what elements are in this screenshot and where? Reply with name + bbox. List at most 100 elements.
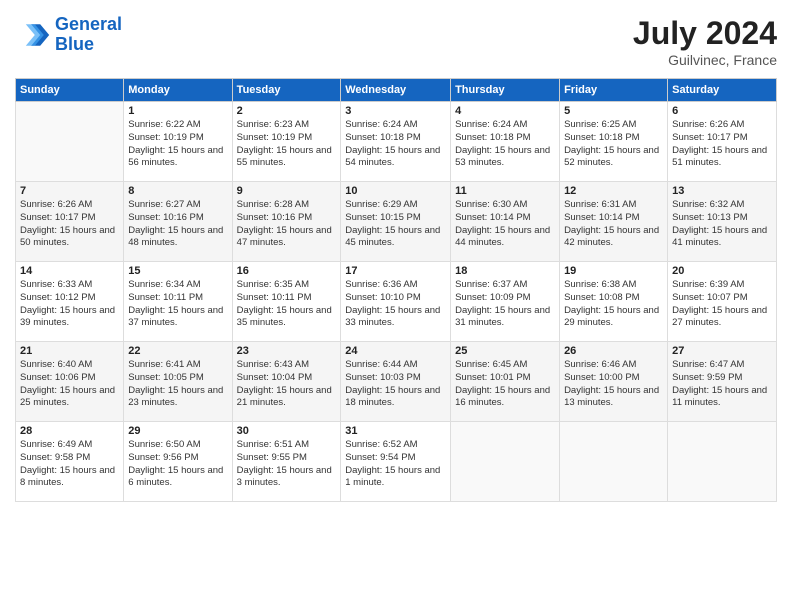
day-info: Sunrise: 6:40 AMSunset: 10:06 PMDaylight… [20,359,119,410]
calendar-cell: 31Sunrise: 6:52 AMSunset: 9:54 PMDayligh… [341,422,451,502]
day-number: 6 [672,105,772,117]
day-info: Sunrise: 6:29 AMSunset: 10:15 PMDaylight… [345,199,446,250]
day-info: Sunrise: 6:25 AMSunset: 10:18 PMDaylight… [564,119,663,170]
day-number: 3 [345,105,446,117]
calendar-cell [451,422,560,502]
day-number: 26 [564,345,663,357]
calendar-cell: 1 Sunrise: 6:22 AMSunset: 10:19 PMDayligh… [124,102,232,182]
day-number: 30 [237,425,337,437]
day-info: Sunrise: 6:22 AMSunset: 10:19 PMDaylight… [128,119,227,170]
calendar-cell: 5 Sunrise: 6:25 AMSunset: 10:18 PMDayligh… [560,102,668,182]
calendar-cell: 13Sunrise: 6:32 AMSunset: 10:13 PMDaylig… [668,182,777,262]
day-number: 2 [237,105,337,117]
day-number: 8 [128,185,227,197]
day-number: 20 [672,265,772,277]
day-info: Sunrise: 6:38 AMSunset: 10:08 PMDaylight… [564,279,663,330]
day-info: Sunrise: 6:41 AMSunset: 10:05 PMDaylight… [128,359,227,410]
day-info: Sunrise: 6:24 AMSunset: 10:18 PMDaylight… [455,119,555,170]
day-info: Sunrise: 6:30 AMSunset: 10:14 PMDaylight… [455,199,555,250]
day-info: Sunrise: 6:31 AMSunset: 10:14 PMDaylight… [564,199,663,250]
day-info: Sunrise: 6:45 AMSunset: 10:01 PMDaylight… [455,359,555,410]
calendar-cell: 18 Sunrise: 6:37 AMSunset: 10:09 PMDaylig… [451,262,560,342]
logo-general: General [55,14,122,34]
day-number: 21 [20,345,119,357]
day-info: Sunrise: 6:33 AMSunset: 10:12 PMDaylight… [20,279,119,330]
calendar-cell: 16 Sunrise: 6:35 AMSunset: 10:11 PMDaylig… [232,262,341,342]
day-number: 1 [128,105,227,117]
day-number: 16 [237,265,337,277]
weekday-header: Wednesday [341,79,451,102]
day-info: Sunrise: 6:46 AMSunset: 10:00 PMDaylight… [564,359,663,410]
day-number: 7 [20,185,119,197]
calendar-cell: 27 Sunrise: 6:47 AMSunset: 9:59 PMDayligh… [668,342,777,422]
weekday-header: Saturday [668,79,777,102]
calendar-cell: 2 Sunrise: 6:23 AMSunset: 10:19 PMDayligh… [232,102,341,182]
calendar-cell: 14 Sunrise: 6:33 AMSunset: 10:12 PMDaylig… [16,262,124,342]
day-number: 4 [455,105,555,117]
day-info: Sunrise: 6:37 AMSunset: 10:09 PMDaylight… [455,279,555,330]
day-number: 15 [128,265,227,277]
location: Guilvinec, France [633,52,777,68]
header: General Blue July 2024 Guilvinec, France [15,15,777,68]
calendar-cell: 19Sunrise: 6:38 AMSunset: 10:08 PMDaylig… [560,262,668,342]
calendar-cell: 15Sunrise: 6:34 AMSunset: 10:11 PMDaylig… [124,262,232,342]
calendar-cell: 25 Sunrise: 6:45 AMSunset: 10:01 PMDaylig… [451,342,560,422]
day-info: Sunrise: 6:24 AMSunset: 10:18 PMDaylight… [345,119,446,170]
calendar-cell [560,422,668,502]
weekday-header: Sunday [16,79,124,102]
day-number: 9 [237,185,337,197]
day-info: Sunrise: 6:26 AMSunset: 10:17 PMDaylight… [20,199,119,250]
day-info: Sunrise: 6:35 AMSunset: 10:11 PMDaylight… [237,279,337,330]
calendar-cell: 8 Sunrise: 6:27 AMSunset: 10:16 PMDayligh… [124,182,232,262]
calendar-cell: 10 Sunrise: 6:29 AMSunset: 10:15 PMDaylig… [341,182,451,262]
day-info: Sunrise: 6:50 AMSunset: 9:56 PMDaylight:… [128,439,227,490]
calendar-cell: 9 Sunrise: 6:28 AMSunset: 10:16 PMDayligh… [232,182,341,262]
day-info: Sunrise: 6:47 AMSunset: 9:59 PMDaylight:… [672,359,772,410]
day-number: 17 [345,265,446,277]
day-number: 23 [237,345,337,357]
calendar-cell: 22 Sunrise: 6:41 AMSunset: 10:05 PMDaylig… [124,342,232,422]
title-block: July 2024 Guilvinec, France [633,15,777,68]
calendar-cell: 29Sunrise: 6:50 AMSunset: 9:56 PMDayligh… [124,422,232,502]
calendar-week-row: 14 Sunrise: 6:33 AMSunset: 10:12 PMDaylig… [16,262,777,342]
calendar-cell: 7 Sunrise: 6:26 AMSunset: 10:17 PMDayligh… [16,182,124,262]
day-info: Sunrise: 6:39 AMSunset: 10:07 PMDaylight… [672,279,772,330]
weekday-header: Monday [124,79,232,102]
calendar-cell: 24Sunrise: 6:44 AMSunset: 10:03 PMDaylig… [341,342,451,422]
day-number: 28 [20,425,119,437]
page: General Blue July 2024 Guilvinec, France… [0,0,792,612]
weekday-header-row: SundayMondayTuesdayWednesdayThursdayFrid… [16,79,777,102]
day-info: Sunrise: 6:28 AMSunset: 10:16 PMDaylight… [237,199,337,250]
day-number: 10 [345,185,446,197]
calendar-cell: 30 Sunrise: 6:51 AMSunset: 9:55 PMDayligh… [232,422,341,502]
day-number: 25 [455,345,555,357]
day-number: 13 [672,185,772,197]
calendar-cell [668,422,777,502]
day-number: 14 [20,265,119,277]
day-info: Sunrise: 6:27 AMSunset: 10:16 PMDaylight… [128,199,227,250]
day-info: Sunrise: 6:23 AMSunset: 10:19 PMDaylight… [237,119,337,170]
calendar-cell: 6 Sunrise: 6:26 AMSunset: 10:17 PMDayligh… [668,102,777,182]
logo-blue: Blue [55,34,94,54]
calendar-cell: 20 Sunrise: 6:39 AMSunset: 10:07 PMDaylig… [668,262,777,342]
day-info: Sunrise: 6:26 AMSunset: 10:17 PMDaylight… [672,119,772,170]
calendar-week-row: 7 Sunrise: 6:26 AMSunset: 10:17 PMDayligh… [16,182,777,262]
day-number: 22 [128,345,227,357]
calendar-table: SundayMondayTuesdayWednesdayThursdayFrid… [15,78,777,502]
day-number: 27 [672,345,772,357]
day-number: 18 [455,265,555,277]
calendar-week-row: 21 Sunrise: 6:40 AMSunset: 10:06 PMDaylig… [16,342,777,422]
logo-icon [15,17,51,53]
calendar-cell: 12 Sunrise: 6:31 AMSunset: 10:14 PMDaylig… [560,182,668,262]
calendar-cell: 4 Sunrise: 6:24 AMSunset: 10:18 PMDayligh… [451,102,560,182]
day-number: 12 [564,185,663,197]
day-number: 5 [564,105,663,117]
calendar-cell: 26 Sunrise: 6:46 AMSunset: 10:00 PMDaylig… [560,342,668,422]
logo: General Blue [15,15,122,55]
weekday-header: Tuesday [232,79,341,102]
logo-text: General Blue [55,15,122,55]
day-info: Sunrise: 6:51 AMSunset: 9:55 PMDaylight:… [237,439,337,490]
weekday-header: Thursday [451,79,560,102]
weekday-header: Friday [560,79,668,102]
day-number: 11 [455,185,555,197]
